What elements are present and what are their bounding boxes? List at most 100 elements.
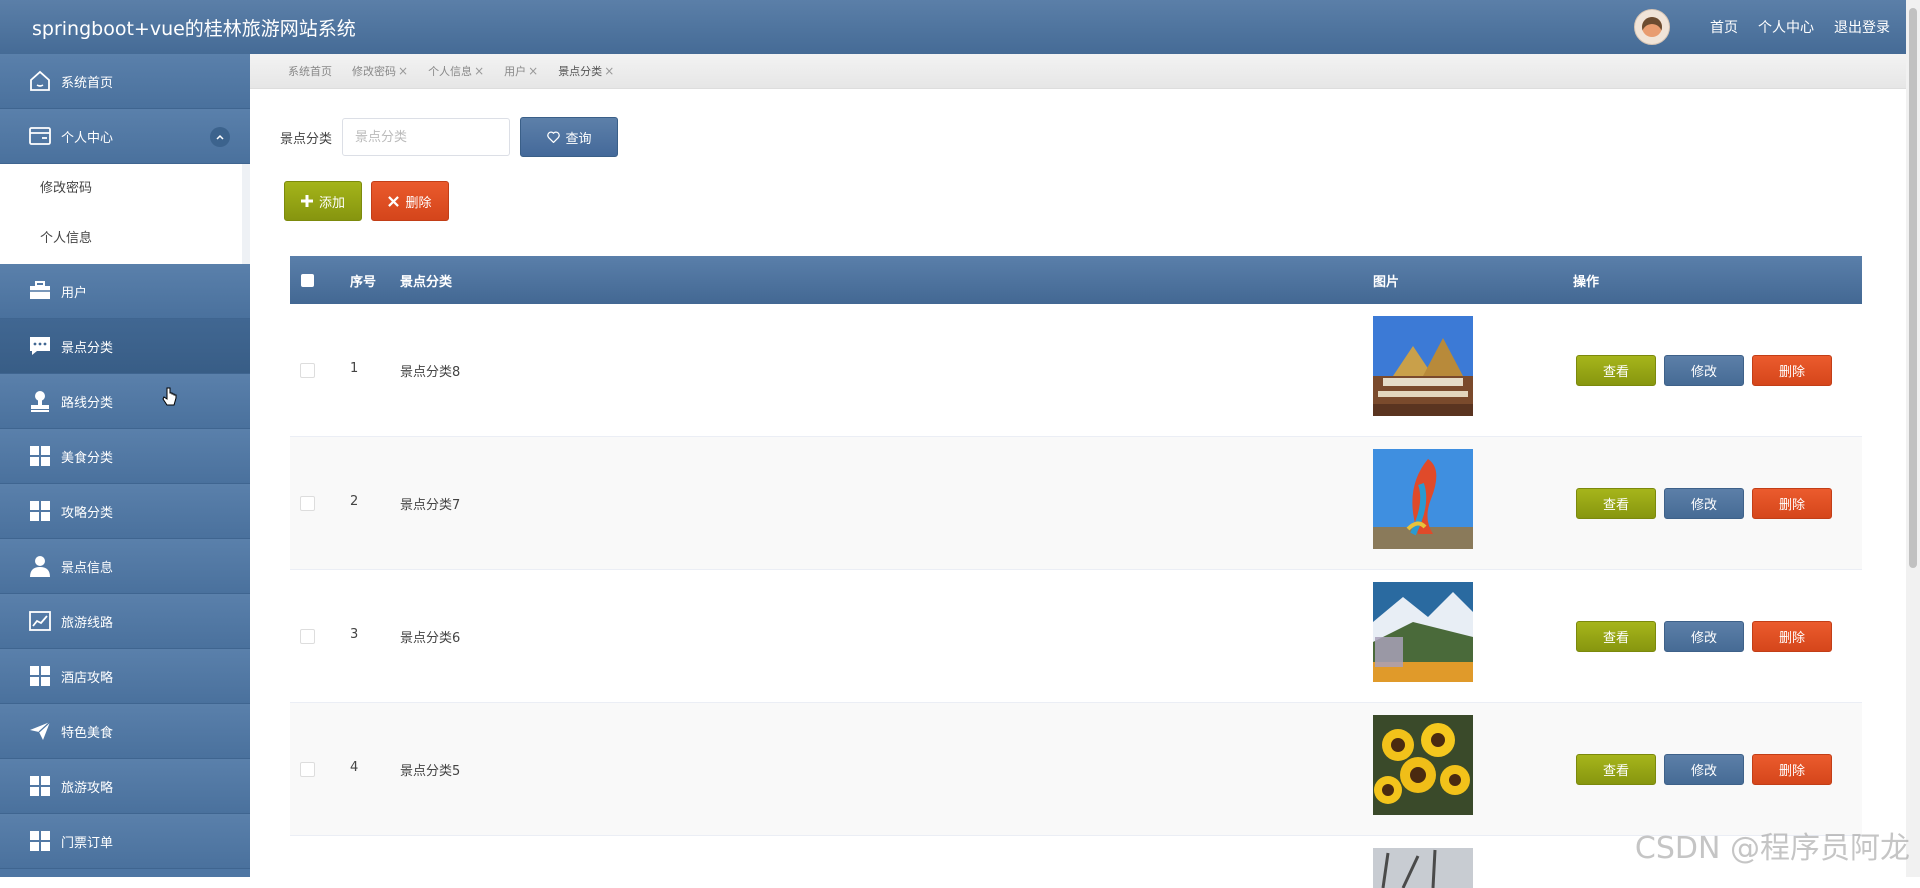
person-icon [28,554,52,578]
sidebar-item-label: 旅游攻略 [61,780,114,796]
sidebar-item-label: 美食分类 [61,450,114,466]
tab-home[interactable]: 系统首页 [288,63,332,79]
table-row: 2 景点分类7 查看 修改 删除 [290,437,1862,570]
mouse-cursor-icon [162,387,178,413]
close-icon[interactable]: × [604,64,614,78]
row-image-temple[interactable] [1373,316,1473,416]
tab-profile[interactable]: 个人信息 × [428,63,484,79]
sidebar-subitem-change-password[interactable]: 修改密码 [0,164,242,214]
add-button[interactable]: 添加 [284,181,362,221]
chevron-up-icon[interactable] [210,127,230,147]
batch-delete-button[interactable]: 删除 [371,181,449,221]
tab-scenic-category[interactable]: 景点分类 × [558,63,614,79]
sidebar-item-label: 旅游线路 [61,615,114,631]
sidebar-item-route-category[interactable]: 路线分类 [0,374,250,429]
row-image-sunflowers[interactable] [1373,715,1473,815]
data-table: 序号 景点分类 图片 操作 1 景点分类8 查看 修改 删除 2 景点分类7 查… [290,256,1862,888]
row-image-sculpture[interactable] [1373,449,1473,549]
edit-button[interactable]: 修改 [1664,754,1744,785]
home-link[interactable]: 首页 [1710,17,1738,37]
row-checkbox[interactable] [300,629,315,644]
table-row: 4 景点分类5 查看 修改 删除 [290,703,1862,836]
column-header-index: 序号 [350,274,377,290]
avatar[interactable] [1634,9,1670,45]
select-all-checkbox[interactable] [301,274,314,287]
row-image-partial[interactable] [1373,848,1473,888]
sidebar-subitem-profile[interactable]: 个人信息 [0,214,242,264]
home-icon [28,69,52,93]
plus-icon [300,195,313,207]
row-category: 景点分类8 [400,365,461,380]
sidebar-item-ticket-order[interactable]: 门票订单 [0,814,250,869]
row-index: 3 [350,627,359,642]
view-button[interactable]: 查看 [1576,488,1656,519]
row-actions: 查看 修改 删除 [1576,488,1840,519]
sidebar-item-scenic-info[interactable]: 景点信息 [0,539,250,594]
profile-link[interactable]: 个人中心 [1758,17,1814,37]
sidebar: 系统首页 个人中心 修改密码 个人信息 用户 景点分类 路线分类 美食分类 攻略… [0,54,250,877]
sidebar-item-label: 路线分类 [61,395,114,411]
row-actions: 查看 修改 删除 [1576,355,1840,386]
close-icon[interactable]: × [398,64,408,78]
avatar-face-icon [1642,17,1662,37]
sidebar-item-scenic-category[interactable]: 景点分类 [0,319,250,374]
logout-link[interactable]: 退出登录 [1834,17,1890,37]
search-row: 景点分类 查询 [280,116,619,158]
query-button[interactable]: 查询 [520,117,619,157]
add-button-label: 添加 [318,195,345,211]
row-checkbox[interactable] [300,496,315,511]
chat-icon [28,334,52,358]
query-button-label: 查询 [565,131,592,147]
sidebar-item-personal-center[interactable]: 个人中心 [0,109,250,164]
sidebar-item-food-category[interactable]: 美食分类 [0,429,250,484]
close-icon[interactable]: × [474,64,484,78]
row-checkbox[interactable] [300,363,315,378]
row-index: 4 [350,760,359,775]
sidebar-item-home[interactable]: 系统首页 [0,54,250,109]
close-icon[interactable]: × [528,64,538,78]
grid-icon [28,499,52,523]
delete-button-label: 删除 [405,195,432,211]
view-button[interactable]: 查看 [1576,621,1656,652]
view-button[interactable]: 查看 [1576,754,1656,785]
search-input[interactable] [342,118,511,156]
wallet-icon [28,124,52,148]
sidebar-item-travel-guide[interactable]: 旅游攻略 [0,759,250,814]
vertical-scrollbar[interactable] [1906,0,1920,877]
sidebar-item-label: 攻略分类 [61,505,114,521]
row-image-mountain[interactable] [1373,582,1473,682]
sidebar-item-label: 景点信息 [61,560,114,576]
view-button[interactable]: 查看 [1576,355,1656,386]
sidebar-item-guide-category[interactable]: 攻略分类 [0,484,250,539]
sidebar-item-label: 特色美食 [61,725,114,741]
grid-icon [28,664,52,688]
sidebar-item-special-food[interactable]: 特色美食 [0,704,250,759]
tab-change-password[interactable]: 修改密码 × [352,63,408,79]
row-checkbox[interactable] [300,762,315,777]
sidebar-item-label: 用户 [61,285,88,301]
table-header: 序号 景点分类 图片 操作 [290,256,1862,304]
delete-button[interactable]: 删除 [1752,488,1832,519]
grid-icon [28,444,52,468]
edit-button[interactable]: 修改 [1664,621,1744,652]
grid-icon [28,774,52,798]
row-actions: 查看 修改 删除 [1576,621,1840,652]
sidebar-item-travel-route[interactable]: 旅游线路 [0,594,250,649]
edit-button[interactable]: 修改 [1664,355,1744,386]
sidebar-item-hotel-guide[interactable]: 酒店攻略 [0,649,250,704]
tab-label: 景点分类 [558,65,603,78]
edit-button[interactable]: 修改 [1664,488,1744,519]
delete-button[interactable]: 删除 [1752,355,1832,386]
sidebar-item-label: 个人中心 [61,130,114,146]
watermark: CSDN @程序员阿龙 [1634,831,1910,866]
scrollbar-thumb[interactable] [1909,8,1917,568]
tab-label: 系统首页 [288,65,332,78]
delete-button[interactable]: 删除 [1752,754,1832,785]
table-row: 1 景点分类8 查看 修改 删除 [290,304,1862,437]
tab-user[interactable]: 用户 × [504,63,538,79]
row-index: 2 [350,494,359,509]
table-row-partial [290,836,1862,888]
delete-button[interactable]: 删除 [1752,621,1832,652]
sidebar-item-user[interactable]: 用户 [0,264,250,319]
heart-icon [546,131,560,143]
